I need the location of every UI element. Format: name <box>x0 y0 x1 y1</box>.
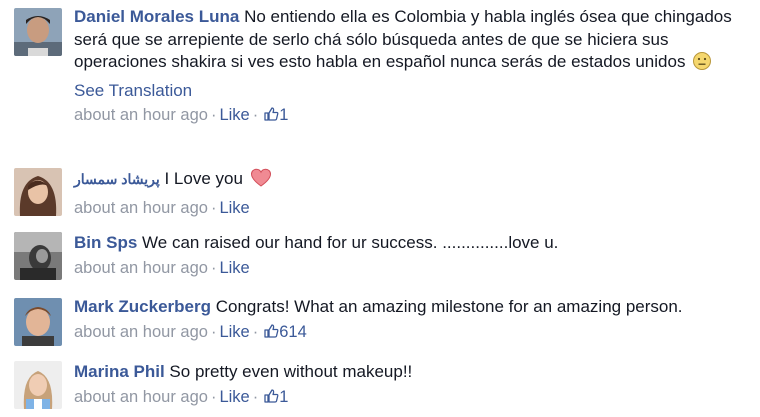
heart-icon <box>250 168 272 195</box>
comment-author[interactable]: Marina Phil <box>74 362 165 381</box>
like-count[interactable]: 1 <box>279 388 288 406</box>
separator-dot: · <box>210 198 217 217</box>
comment-timestamp[interactable]: about an hour ago <box>74 199 208 217</box>
separator-dot: · <box>210 322 217 341</box>
like-count[interactable]: 1 <box>279 106 288 124</box>
comment-timestamp[interactable]: about an hour ago <box>74 106 208 124</box>
comment-meta: about an hour ago · Like <box>74 257 750 279</box>
avatar[interactable] <box>14 298 62 346</box>
like-count[interactable]: 614 <box>279 323 307 341</box>
see-translation-link[interactable]: See Translation <box>74 80 750 103</box>
comment-text: Congrats! What an amazing milestone for … <box>215 297 683 316</box>
separator-dot: · <box>252 106 259 124</box>
comment-body: Mark Zuckerberg Congrats! What an amazin… <box>74 296 750 345</box>
comment-timestamp[interactable]: about an hour ago <box>74 323 208 341</box>
comment-text: I Love you <box>164 169 243 188</box>
like-button[interactable]: Like <box>219 106 249 124</box>
comment-timestamp[interactable]: about an hour ago <box>74 388 208 406</box>
separator-dot: · <box>210 106 217 124</box>
separator-dot: · <box>252 387 259 406</box>
avatar[interactable] <box>14 232 62 280</box>
like-button[interactable]: Like <box>219 199 249 217</box>
thumbs-up-icon <box>263 106 279 128</box>
like-button[interactable]: Like <box>219 323 249 341</box>
comment-author[interactable]: Mark Zuckerberg <box>74 297 211 316</box>
comment-body: Daniel Morales Luna No entiendo ella es … <box>74 6 750 128</box>
comment-author[interactable]: Daniel Morales Luna <box>74 7 239 26</box>
thumbs-up-icon <box>263 388 279 410</box>
comment-author[interactable]: Bin Sps <box>74 233 137 252</box>
comment-body: پریشاد سمسار I Love you about an hour ag… <box>74 168 750 219</box>
comment-body: Bin Sps We can raised our hand for ur su… <box>74 232 750 279</box>
avatar[interactable] <box>14 361 62 409</box>
separator-dot: · <box>252 322 259 341</box>
confused-face-icon <box>692 51 712 78</box>
comment-author[interactable]: پریشاد سمسار <box>74 171 160 187</box>
comment-meta: about an hour ago · Like · 614 <box>74 321 750 345</box>
comment-body: Marina Phil So pretty even without makeu… <box>74 361 750 410</box>
avatar[interactable] <box>14 8 62 56</box>
thumbs-up-icon <box>263 323 279 345</box>
like-button[interactable]: Like <box>219 259 249 277</box>
like-button[interactable]: Like <box>219 388 249 406</box>
avatar[interactable] <box>14 168 62 216</box>
comment-meta: about an hour ago · Like · 1 <box>74 386 750 410</box>
comment-timestamp[interactable]: about an hour ago <box>74 259 208 277</box>
separator-dot: · <box>210 387 217 406</box>
separator-dot: · <box>210 258 217 277</box>
comment-text: So pretty even without makeup!! <box>169 362 413 381</box>
comment-text: We can raised our hand for ur success. .… <box>142 233 559 252</box>
comment-meta: about an hour ago · Like <box>74 197 750 219</box>
comment-meta: about an hour ago · Like · 1 <box>74 104 750 128</box>
